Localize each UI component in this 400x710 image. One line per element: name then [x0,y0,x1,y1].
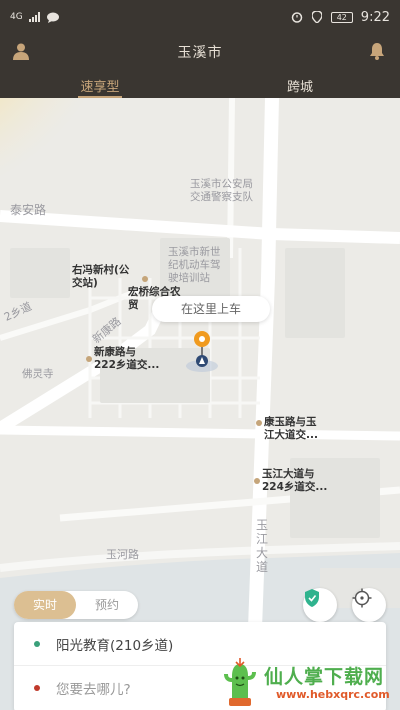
shield-icon [305,589,319,607]
alarm-icon [291,11,303,23]
map-label-kangyu[interactable]: 康玉路与玉 江大道交... [264,416,318,442]
origin-dot-icon [34,640,40,647]
map-label-driving-school: 玉溪市新世 纪机动车驾 驶培训站 [168,246,221,284]
map-label-youfeng[interactable]: 右冯新村(公 交站) [72,264,129,290]
watermark-name: 仙人掌下载网 [264,666,385,688]
cactus-logo-icon [224,658,256,706]
watermark-url: www.hebxqrc.com [276,688,390,701]
poi-dot [254,478,260,484]
order-mode-toggle: 实时 预约 [14,591,138,619]
map-label-fosi: 佛灵寺 [22,368,54,380]
poi-dot [142,276,148,282]
tab-express[interactable]: 速享型 [0,74,200,98]
service-tabs: 速享型 跨城 [0,74,400,98]
map-label-yujiang224[interactable]: 玉江大道与 224乡道交... [262,468,327,494]
origin-text: 阳光教育(210乡道) [56,637,174,654]
app-header: 玉溪市 速享型 跨城 [0,34,400,98]
clock: 9:22 [360,9,390,25]
safety-button[interactable] [303,588,337,622]
mode-realtime-button[interactable]: 实时 [14,591,76,619]
pickup-hint[interactable]: 在这里上车 [152,296,270,322]
poi-dot [256,420,262,426]
poi-dot [86,356,92,362]
locate-button[interactable] [352,588,386,622]
map-label-xinkang-junction[interactable]: 新康路与 222乡道交... [94,346,159,372]
destination-input[interactable]: 您要去哪儿? [56,678,131,698]
battery-icon: 42 [330,11,353,23]
tab-intercity[interactable]: 跨城 [200,74,400,98]
map-view[interactable]: 玉溪市公安局 交通警察支队 泰安路 右冯新村(公 交站) 宏桥综合农 贸 玉溪市… [0,98,400,710]
status-bar: 4G 42 9:22 [0,0,400,34]
bell-icon[interactable] [366,40,388,62]
watermark: 仙人掌下载网 www.hebxqrc.com [214,658,394,710]
message-icon [46,11,59,23]
map-label-yuhe-road: 玉河路 [106,548,139,561]
map-label-police: 玉溪市公安局 交通警察支队 [190,178,253,203]
pickup-pin-icon[interactable] [184,330,220,372]
destination-dot-icon [34,685,40,691]
signal-indicator: 4G [10,12,23,22]
signal-bars-icon [28,11,41,23]
mode-reserve-button[interactable]: 预约 [76,591,138,619]
location-icon [311,11,323,23]
crosshair-icon [352,588,372,608]
map-label-yujiang-avenue: 玉江 大道 [256,518,269,574]
map-label-taian-road: 泰安路 [10,203,47,217]
city-title[interactable]: 玉溪市 [0,42,400,62]
